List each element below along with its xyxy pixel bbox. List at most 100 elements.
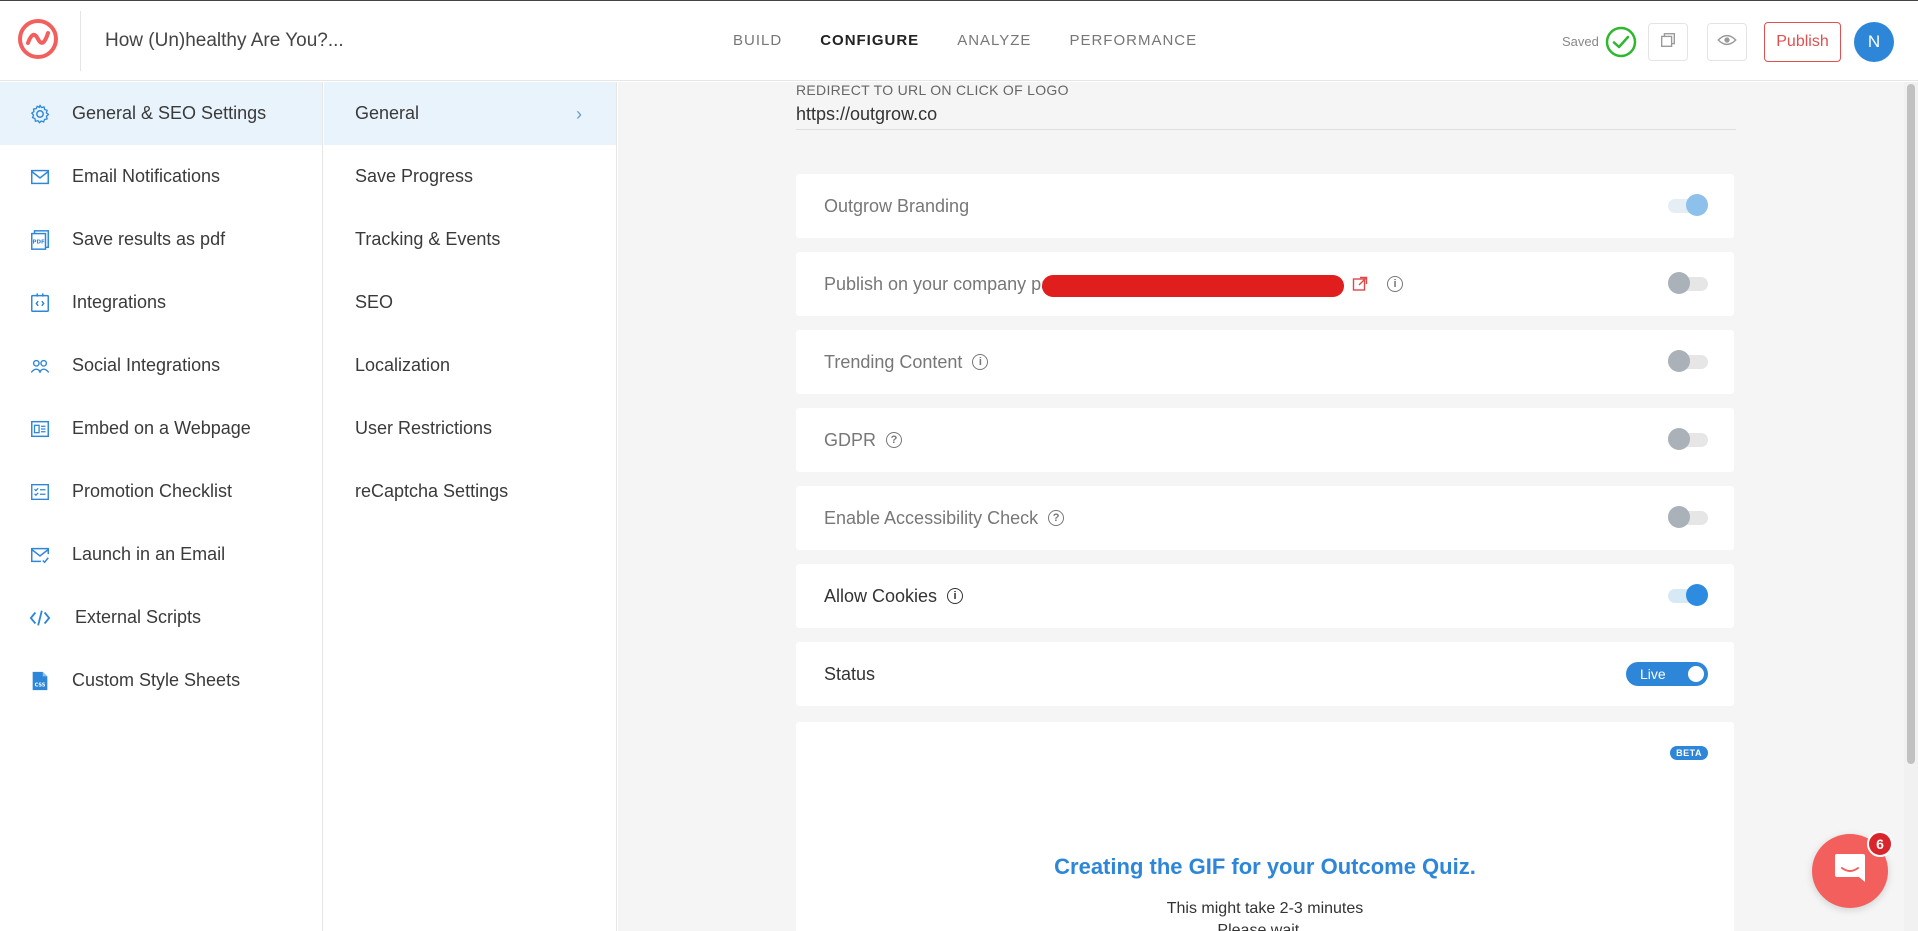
saved-status: Saved <box>1562 34 1599 49</box>
sidebar-item-integrations[interactable]: Integrations <box>0 271 322 334</box>
submenu-item-label: Save Progress <box>355 166 474 186</box>
chat-icon <box>1832 851 1868 892</box>
tab-configure[interactable]: CONFIGURE <box>820 32 919 49</box>
envelope-icon <box>28 165 52 189</box>
svg-text:CSS: CSS <box>35 682 46 688</box>
outgrow-branding-toggle[interactable] <box>1668 194 1708 216</box>
sidebar-item-label: General & SEO Settings <box>72 103 267 123</box>
gdpr-toggle[interactable] <box>1668 428 1708 450</box>
sidebar-item-launch-email[interactable]: Launch in an Email <box>0 523 322 586</box>
submenu-item-label: Localization <box>355 355 451 375</box>
setting-status: Status Live <box>796 642 1734 706</box>
email-launch-icon <box>28 543 52 567</box>
gif-subtitle: This might take 2-3 minutes <box>1166 900 1364 917</box>
sidebar-item-label: Launch in an Email <box>72 544 226 564</box>
checklist-icon <box>28 480 52 504</box>
redirect-url-label: REDIRECT TO URL ON CLICK OF LOGO <box>796 82 1069 98</box>
chevron-right-icon: › <box>576 104 582 124</box>
sidebar-item-label: Custom Style Sheets <box>72 670 241 690</box>
setting-label: Publish on your company page <box>824 273 1072 294</box>
submenu-item-seo[interactable]: SEO <box>324 271 616 334</box>
publish-button[interactable]: Publish <box>1764 22 1841 62</box>
preview-button[interactable] <box>1707 23 1747 61</box>
help-icon[interactable]: ? <box>1048 510 1065 526</box>
sidebar-item-label: Email Notifications <box>72 166 221 186</box>
settings-main: REDIRECT TO URL ON CLICK OF LOGO Outgrow… <box>618 82 1918 931</box>
external-link-icon[interactable] <box>1352 276 1368 297</box>
redirect-url-input[interactable] <box>796 100 1736 130</box>
setting-label: Outgrow Branding <box>824 195 970 216</box>
sidebar-item-label: Integrations <box>72 292 167 312</box>
scrollbar[interactable] <box>1904 82 1918 931</box>
submenu-item-save-progress[interactable]: Save Progress <box>324 145 616 208</box>
sidebar-item-general-seo[interactable]: General & SEO Settings <box>0 82 322 145</box>
setting-label: Enable Accessibility Check <box>824 507 1039 528</box>
duplicate-button[interactable] <box>1648 23 1688 61</box>
check-circle-icon <box>1605 26 1637 58</box>
submenu-item-general[interactable]: General › <box>324 82 616 145</box>
integrations-icon <box>28 291 52 315</box>
sidebar-item-label: Social Integrations <box>72 355 221 375</box>
users-icon <box>28 354 52 378</box>
svg-text:PDF: PDF <box>32 239 45 245</box>
sidebar-item-label: Embed on a Webpage <box>72 418 251 438</box>
trending-content-toggle[interactable] <box>1668 350 1708 372</box>
css-icon: CSS <box>28 669 52 693</box>
sidebar-item-label: Promotion Checklist <box>72 481 233 501</box>
publish-company-page-toggle[interactable] <box>1668 272 1708 294</box>
submenu-item-tracking-events[interactable]: Tracking & Events <box>324 208 616 271</box>
accessibility-check-toggle[interactable] <box>1668 506 1708 528</box>
sidebar-item-save-pdf[interactable]: PDF Save results as pdf <box>0 208 322 271</box>
sidebar-item-external-scripts[interactable]: External Scripts <box>0 586 322 649</box>
sidebar-item-custom-style-sheets[interactable]: CSS Custom Style Sheets <box>0 649 322 712</box>
info-icon[interactable]: i <box>972 354 989 370</box>
settings-submenu: General › Save Progress Tracking & Event… <box>324 82 617 931</box>
tab-build[interactable]: BUILD <box>733 32 782 49</box>
submenu-item-label: reCaptcha Settings <box>355 481 509 501</box>
sidebar-item-embed-webpage[interactable]: Embed on a Webpage <box>0 397 322 460</box>
app-title[interactable]: How (Un)healthy Are You?... <box>105 30 344 52</box>
setting-label: GDPR <box>824 429 877 450</box>
main-nav: BUILD CONFIGURE ANALYZE PERFORMANCE <box>733 32 1235 49</box>
submenu-item-label: General <box>355 103 420 123</box>
beta-badge: BETA <box>1670 746 1708 760</box>
gif-generation-card: BETA Creating the GIF for your Outcome Q… <box>796 722 1734 931</box>
setting-label: Allow Cookies <box>824 585 938 606</box>
settings-sidebar: General & SEO Settings Email Notificatio… <box>0 82 323 931</box>
setting-accessibility-check: Enable Accessibility Check ? <box>796 486 1734 550</box>
sidebar-item-social-integrations[interactable]: Social Integrations <box>0 334 322 397</box>
setting-gdpr: GDPR ? <box>796 408 1734 472</box>
copy-icon <box>1659 31 1677 54</box>
sidebar-item-label: Save results as pdf <box>72 229 226 249</box>
scrollbar-thumb[interactable] <box>1907 84 1915 764</box>
submenu-item-label: Tracking & Events <box>355 229 501 249</box>
status-live-toggle[interactable]: Live <box>1626 662 1708 686</box>
tab-performance[interactable]: PERFORMANCE <box>1069 32 1197 49</box>
allow-cookies-toggle[interactable] <box>1668 584 1708 606</box>
top-header: How (Un)healthy Are You?... BUILD CONFIG… <box>0 0 1918 81</box>
embed-icon <box>28 417 52 441</box>
submenu-item-localization[interactable]: Localization <box>324 334 616 397</box>
submenu-item-recaptcha[interactable]: reCaptcha Settings <box>324 460 616 523</box>
setting-outgrow-branding: Outgrow Branding <box>796 174 1734 238</box>
setting-label: Status <box>824 663 876 684</box>
header-divider <box>80 11 81 71</box>
outgrow-logo-icon[interactable] <box>16 17 60 61</box>
eye-icon <box>1717 33 1737 52</box>
status-live-label: Live <box>1640 666 1666 682</box>
info-icon[interactable]: i <box>947 588 964 604</box>
help-icon[interactable]: ? <box>886 432 903 448</box>
user-avatar[interactable]: N <box>1854 22 1894 62</box>
gif-wait-text: Please wait... <box>1217 922 1313 931</box>
pdf-icon: PDF <box>28 228 52 252</box>
chat-unread-badge: 6 <box>1867 831 1893 857</box>
sidebar-item-promotion-checklist[interactable]: Promotion Checklist <box>0 460 322 523</box>
submenu-item-label: User Restrictions <box>355 418 493 438</box>
sidebar-item-label: External Scripts <box>75 607 202 627</box>
sidebar-item-email-notifications[interactable]: Email Notifications <box>0 145 322 208</box>
tab-analyze[interactable]: ANALYZE <box>957 32 1031 49</box>
redacted-url <box>1042 275 1344 297</box>
info-icon[interactable]: i <box>1387 276 1403 292</box>
submenu-item-label: SEO <box>355 292 394 312</box>
submenu-item-user-restrictions[interactable]: User Restrictions <box>324 397 616 460</box>
